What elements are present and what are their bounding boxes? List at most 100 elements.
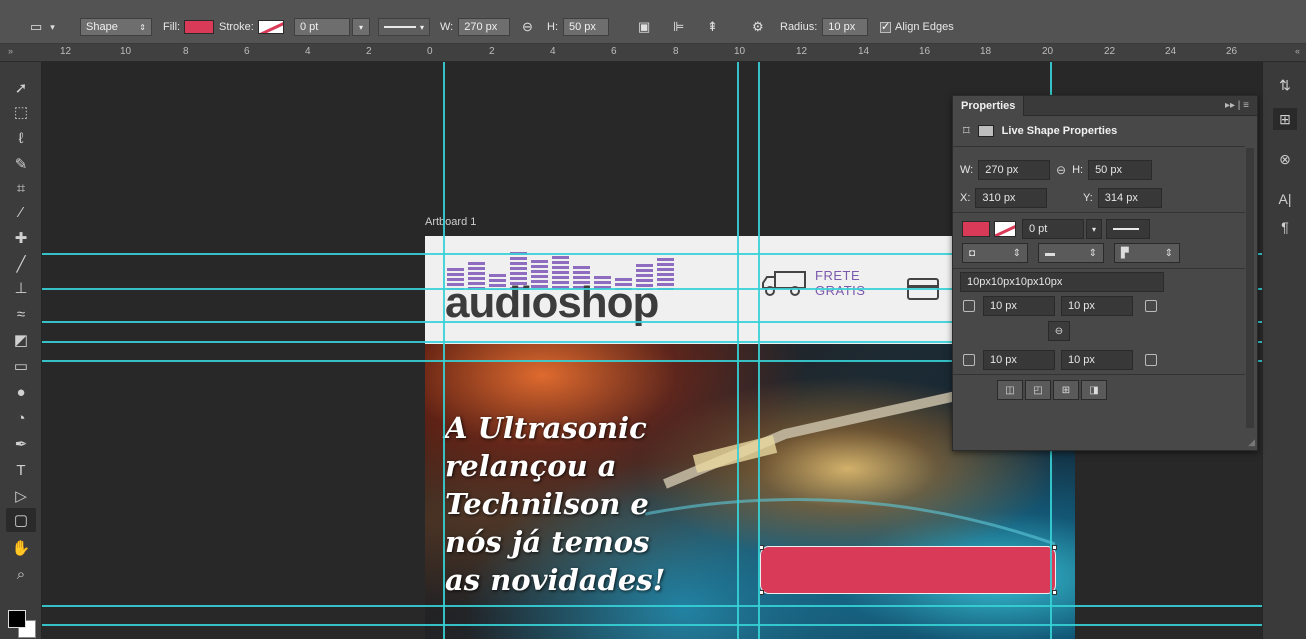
ruler-label: 0 <box>427 46 433 57</box>
brush-tool-icon[interactable]: ╱ <box>6 252 36 276</box>
properties-panel-icon[interactable]: ⊞ <box>1273 108 1297 130</box>
vertical-guide[interactable] <box>758 62 760 639</box>
mask-toggle-icon[interactable]: ⌑ <box>963 123 970 139</box>
radius-label: Radius: <box>780 21 818 33</box>
live-shape-icon[interactable] <box>977 125 994 137</box>
corner-radii-summary-input[interactable]: 10px10px10px10px <box>960 272 1164 292</box>
stroke-type-select[interactable]: ▾ <box>378 18 430 36</box>
path-exclude-icon: ◨ <box>1089 384 1099 396</box>
properties-tab[interactable]: Properties <box>953 96 1025 116</box>
shape-width-input[interactable]: 270 px <box>978 160 1051 180</box>
stroke-align-select[interactable]: ◘ ⇕ <box>962 243 1028 263</box>
tools-panel: ➚ ⬚ ℓ ✎ ⌗ ⁄ ✚ ╱ ⊥ ≈ ◩ ▭ ● ◔ ✒ T ▷ ▢ ✋ ⌕ <box>0 62 42 639</box>
corner-top-right-input[interactable]: 10 px <box>1061 296 1133 316</box>
h-label: H: <box>1072 164 1084 176</box>
height-input[interactable]: 50 px <box>563 18 609 36</box>
transform-handle[interactable] <box>1052 590 1057 595</box>
width-input[interactable]: 270 px <box>458 18 511 36</box>
stroke-width-dropdown[interactable]: ▾ <box>352 18 370 36</box>
dodge-tool-icon[interactable]: ◔ <box>6 406 36 430</box>
history-brush-tool-icon[interactable]: ≈ <box>6 302 36 326</box>
link-corners-button[interactable]: ⊖ <box>1048 321 1070 341</box>
pen-tool-icon[interactable]: ✒ <box>6 432 36 456</box>
shape-x-input[interactable]: 310 px <box>975 188 1048 208</box>
shape-stroke-type-select[interactable] <box>1106 219 1150 239</box>
path-exclude-button[interactable]: ◨ <box>1081 380 1107 400</box>
stroke-width-input[interactable]: 0 pt <box>294 18 350 36</box>
character-icon[interactable]: A| <box>1273 188 1297 210</box>
move-tool-icon[interactable]: ➚ <box>6 76 36 100</box>
path-intersect-button[interactable]: ⊞ <box>1053 380 1079 400</box>
stroke-align-icon: ◘ <box>969 247 976 259</box>
eyedropper-tool-icon[interactable]: ⁄ <box>6 200 36 224</box>
ruler-label: 24 <box>1165 46 1177 57</box>
selected-rounded-rectangle[interactable] <box>760 546 1056 594</box>
gradient-tool-icon[interactable]: ▭ <box>6 354 36 378</box>
gear-icon[interactable]: ⚙ <box>752 19 764 35</box>
link-icon[interactable]: ⊖ <box>1056 163 1066 177</box>
vertical-guide[interactable] <box>737 62 739 639</box>
paragraph-icon[interactable]: ¶ <box>1273 216 1297 238</box>
foreground-color[interactable] <box>8 610 26 628</box>
corner-bottom-right-input[interactable]: 10 px <box>1061 350 1133 370</box>
panel-menu-icon[interactable]: ▸▸ | ≡ <box>1225 100 1249 111</box>
horizontal-guide[interactable] <box>42 605 1262 607</box>
align-edges-checkbox[interactable]: Align Edges <box>880 17 954 37</box>
corner-bottom-left-input[interactable]: 10 px <box>983 350 1055 370</box>
ruler-label: 10 <box>120 46 132 57</box>
shape-tool-preset[interactable]: ▭ ▾ <box>30 17 55 37</box>
shape-stroke-swatch[interactable] <box>994 221 1016 237</box>
adjustments-icon[interactable]: ⊗ <box>1273 148 1297 170</box>
type-tool-icon[interactable]: T <box>6 458 36 482</box>
color-swatches[interactable] <box>8 610 36 638</box>
vertical-guide[interactable] <box>443 62 445 639</box>
layers-icon[interactable]: ⇅ <box>1273 74 1297 96</box>
stroke-cap-select[interactable]: ▬ ⇕ <box>1038 243 1104 263</box>
width-label: W: <box>440 21 454 33</box>
shape-fill-swatch[interactable] <box>962 221 990 237</box>
chevron-down-icon: ▾ <box>419 22 424 32</box>
panel-scrollbar[interactable] <box>1246 148 1254 428</box>
ruler-label: 12 <box>60 46 72 57</box>
shape-stroke-width-input[interactable]: 0 pt <box>1022 219 1084 239</box>
path-arrangement-icon[interactable]: ⇞ <box>707 19 718 35</box>
clone-stamp-tool-icon[interactable]: ⊥ <box>6 276 36 300</box>
blur-tool-icon[interactable]: ● <box>6 380 36 404</box>
path-subtract-button[interactable]: ◰ <box>1025 380 1051 400</box>
collapse-icon[interactable]: « <box>1295 46 1300 56</box>
eraser-tool-icon[interactable]: ◩ <box>6 328 36 352</box>
crop-tool-icon[interactable]: ⌗ <box>6 176 36 200</box>
fill-swatch[interactable] <box>184 20 215 34</box>
zoom-tool-icon[interactable]: ⌕ <box>6 562 36 586</box>
path-alignment-icon[interactable]: ⊫ <box>673 19 684 35</box>
stroke-width-dropdown[interactable]: ▾ <box>1086 219 1102 239</box>
chevron-down-icon: ▾ <box>50 21 55 32</box>
free-shipping-text: FRETE GRATIS <box>815 268 865 298</box>
shape-y-input[interactable]: 314 px <box>1097 188 1162 208</box>
healing-brush-tool-icon[interactable]: ✚ <box>6 226 36 250</box>
stroke-corner-select[interactable]: ▛ ⇕ <box>1114 243 1180 263</box>
hand-tool-icon[interactable]: ✋ <box>6 536 36 560</box>
path-unite-icon: ◫ <box>1005 384 1015 396</box>
horizontal-ruler[interactable]: » « 12 10 8 6 4 2 0 2 4 6 8 10 12 14 16 … <box>0 44 1306 62</box>
transform-handle[interactable] <box>1052 545 1057 550</box>
rounded-rect-tool-icon[interactable]: ▢ <box>6 508 36 532</box>
path-unite-button[interactable]: ◫ <box>997 380 1023 400</box>
radius-input[interactable]: 10 px <box>822 18 869 36</box>
ruler-label: 26 <box>1226 46 1238 57</box>
path-operations-icon[interactable]: ▣ <box>638 19 650 35</box>
quick-select-tool-icon[interactable]: ✎ <box>6 152 36 176</box>
shape-height-input[interactable]: 50 px <box>1088 160 1153 180</box>
artboard-label[interactable]: Artboard 1 <box>425 216 476 228</box>
link-icon[interactable]: ⊖ <box>522 19 533 35</box>
path-selection-tool-icon[interactable]: ▷ <box>6 484 36 508</box>
resize-grip-icon[interactable]: ◢ <box>1248 437 1255 448</box>
horizontal-guide[interactable] <box>42 624 1262 626</box>
collapse-icon[interactable]: » <box>8 46 13 56</box>
stroke-swatch[interactable] <box>257 20 284 34</box>
marquee-tool-icon[interactable]: ⬚ <box>6 100 36 124</box>
tool-mode-select[interactable]: Shape ⇕ <box>80 18 152 36</box>
lasso-tool-icon[interactable]: ℓ <box>6 126 36 150</box>
updown-icon: ⇕ <box>1088 247 1097 259</box>
corner-top-left-input[interactable]: 10 px <box>983 296 1055 316</box>
